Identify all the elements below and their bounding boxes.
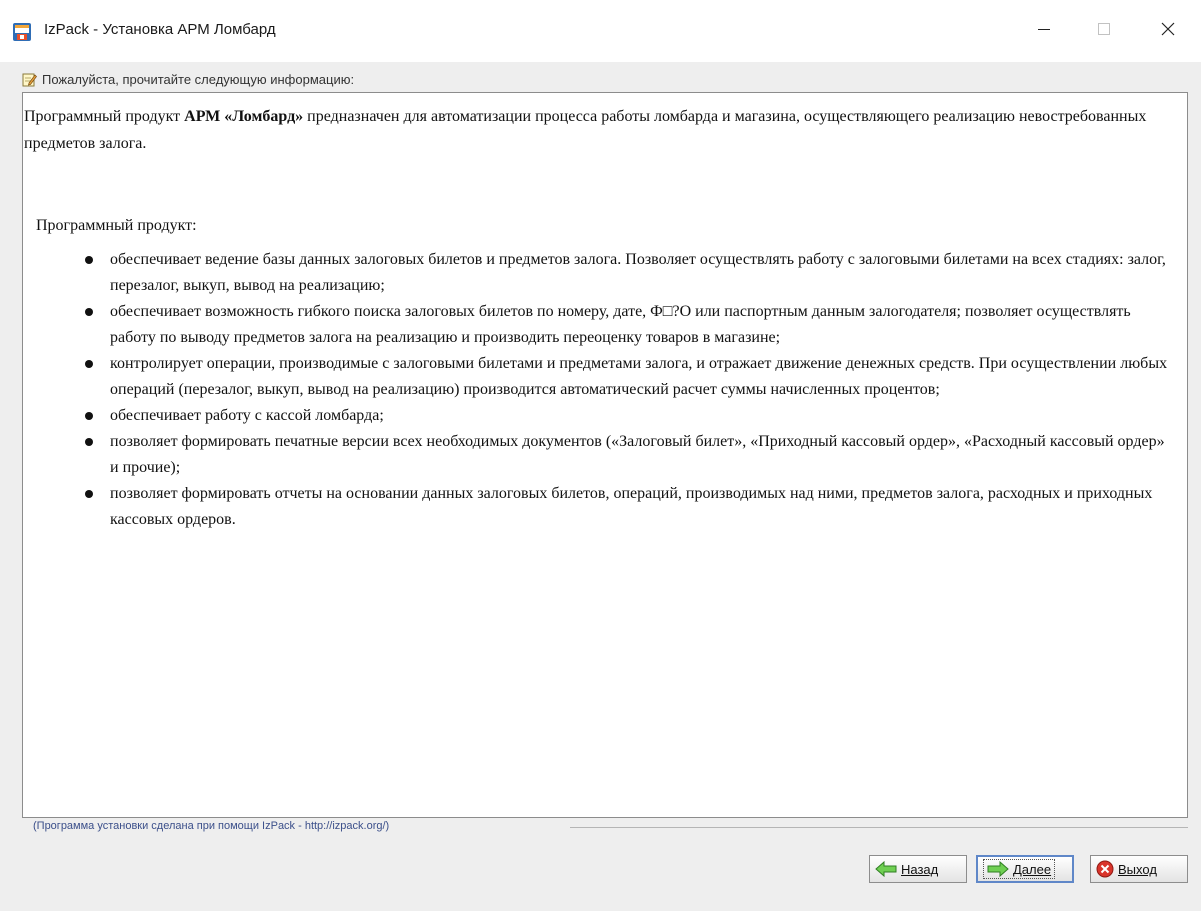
info-text-area[interactable]: Программный продукт АРМ «Ломбард» предна…	[22, 92, 1188, 818]
window-title: IzPack - Установка АРМ Ломбард	[44, 21, 276, 38]
minimize-icon	[1037, 22, 1051, 41]
list-item: обеспечивает возможность гибкого поиска …	[85, 299, 1175, 351]
feature-list: обеспечивает ведение базы данных залогов…	[85, 247, 1175, 533]
back-button[interactable]: Назад	[869, 855, 967, 883]
installer-credits: (Программа установки сделана при помощи …	[33, 820, 390, 832]
list-item-text: обеспечивает возможность гибкого поиска …	[110, 303, 1131, 346]
bullet-icon	[85, 360, 93, 368]
bullet-icon	[85, 256, 93, 264]
list-item-text: обеспечивает ведение базы данных залогов…	[110, 251, 1166, 294]
list-item-text: контролирует операции, производимые с за…	[110, 355, 1168, 398]
list-item: обеспечивает ведение базы данных залогов…	[85, 247, 1175, 299]
izpack-installer-icon	[12, 22, 32, 42]
product-name: АРМ «Ломбард»	[184, 108, 304, 125]
intro-prefix: Программный продукт	[24, 108, 185, 125]
close-circle-icon	[1096, 860, 1114, 878]
list-item-text: обеспечивает работу с кассой ломбарда;	[110, 407, 384, 424]
close-icon	[1160, 21, 1176, 42]
close-window-button[interactable]	[1145, 8, 1191, 54]
bullet-icon	[85, 438, 93, 446]
bullet-icon	[85, 308, 93, 316]
maximize-icon	[1097, 22, 1111, 41]
arrow-left-icon	[875, 861, 897, 877]
next-button[interactable]: Далее	[976, 855, 1074, 883]
list-item: обеспечивает работу с кассой ломбарда;	[85, 403, 1175, 429]
info-panel-label: Пожалуйста, прочитайте следующую информа…	[22, 70, 354, 88]
bullet-icon	[85, 490, 93, 498]
section-heading: Программный продукт:	[36, 217, 197, 234]
arrow-right-icon	[987, 861, 1009, 877]
title-bar: IzPack - Установка АРМ Ломбард	[0, 0, 1201, 62]
list-item-text: позволяет формировать печатные версии вс…	[110, 433, 1165, 476]
footer-divider	[570, 827, 1188, 828]
list-item-text: позволяет формировать отчеты на основани…	[110, 485, 1153, 528]
note-pencil-icon	[22, 72, 37, 87]
list-item: контролирует операции, производимые с за…	[85, 351, 1175, 403]
bullet-icon	[85, 412, 93, 420]
intro-paragraph: Программный продукт АРМ «Ломбард» предна…	[24, 103, 1164, 157]
info-panel-label-text: Пожалуйста, прочитайте следующую информа…	[42, 71, 355, 87]
list-item: позволяет формировать печатные версии вс…	[85, 429, 1175, 481]
next-button-label: Далее	[1013, 861, 1052, 877]
list-item: позволяет формировать отчеты на основани…	[85, 481, 1175, 533]
next-button-focus-ring: Далее	[983, 859, 1056, 879]
exit-button[interactable]: Выход	[1090, 855, 1188, 883]
minimize-button[interactable]	[1021, 8, 1067, 54]
back-button-label: Назад	[901, 861, 939, 877]
maximize-button[interactable]	[1081, 8, 1127, 54]
exit-button-label: Выход	[1118, 861, 1157, 877]
